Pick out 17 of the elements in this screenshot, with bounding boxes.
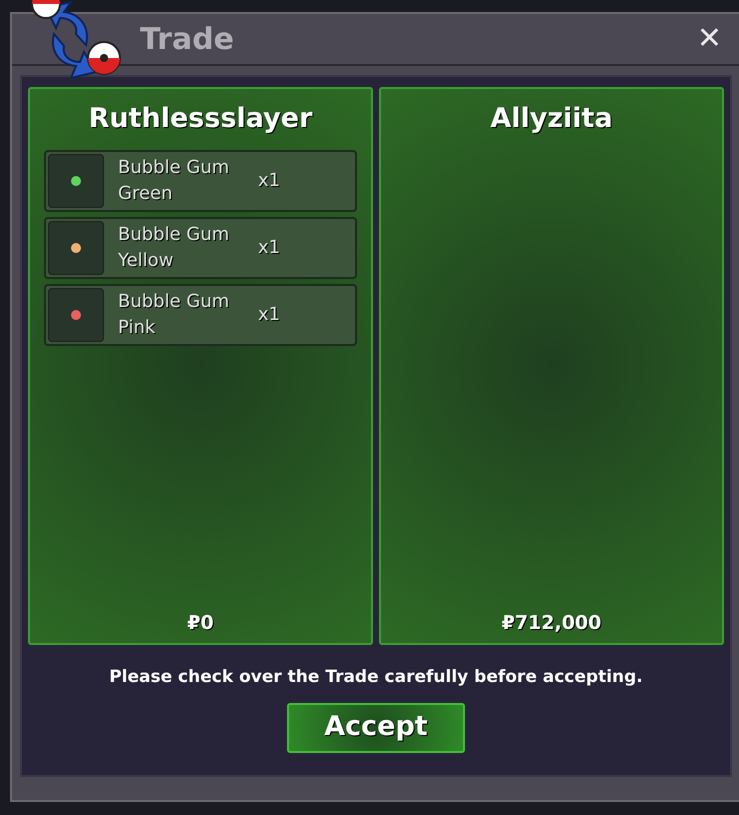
- money-amount: ₽712,000: [502, 610, 602, 636]
- player-name: Ruthlessslayer: [88, 102, 312, 136]
- item-quantity: x1: [258, 169, 280, 193]
- trade-item-row[interactable]: Bubble Gum Pink x1: [44, 284, 357, 346]
- item-name: Bubble Gum Yellow: [118, 222, 230, 272]
- item-name: Bubble Gum Pink: [118, 290, 230, 340]
- accept-button[interactable]: Accept: [287, 702, 465, 752]
- item-quantity: x1: [258, 236, 280, 260]
- item-quantity: x1: [258, 303, 280, 327]
- player-name: Allyziita: [490, 102, 613, 136]
- trade-item-row[interactable]: Bubble Gum Yellow x1: [44, 216, 357, 278]
- trade-notice: Please check over the Trade carefully before accepting.: [109, 666, 643, 689]
- trade-item-row[interactable]: Bubble Gum Green x1: [44, 150, 357, 212]
- item-name: Bubble Gum Green: [118, 156, 230, 206]
- money-amount: ₽0: [187, 610, 214, 636]
- close-icon[interactable]: ✕: [696, 24, 722, 54]
- window-title: Trade: [140, 20, 234, 58]
